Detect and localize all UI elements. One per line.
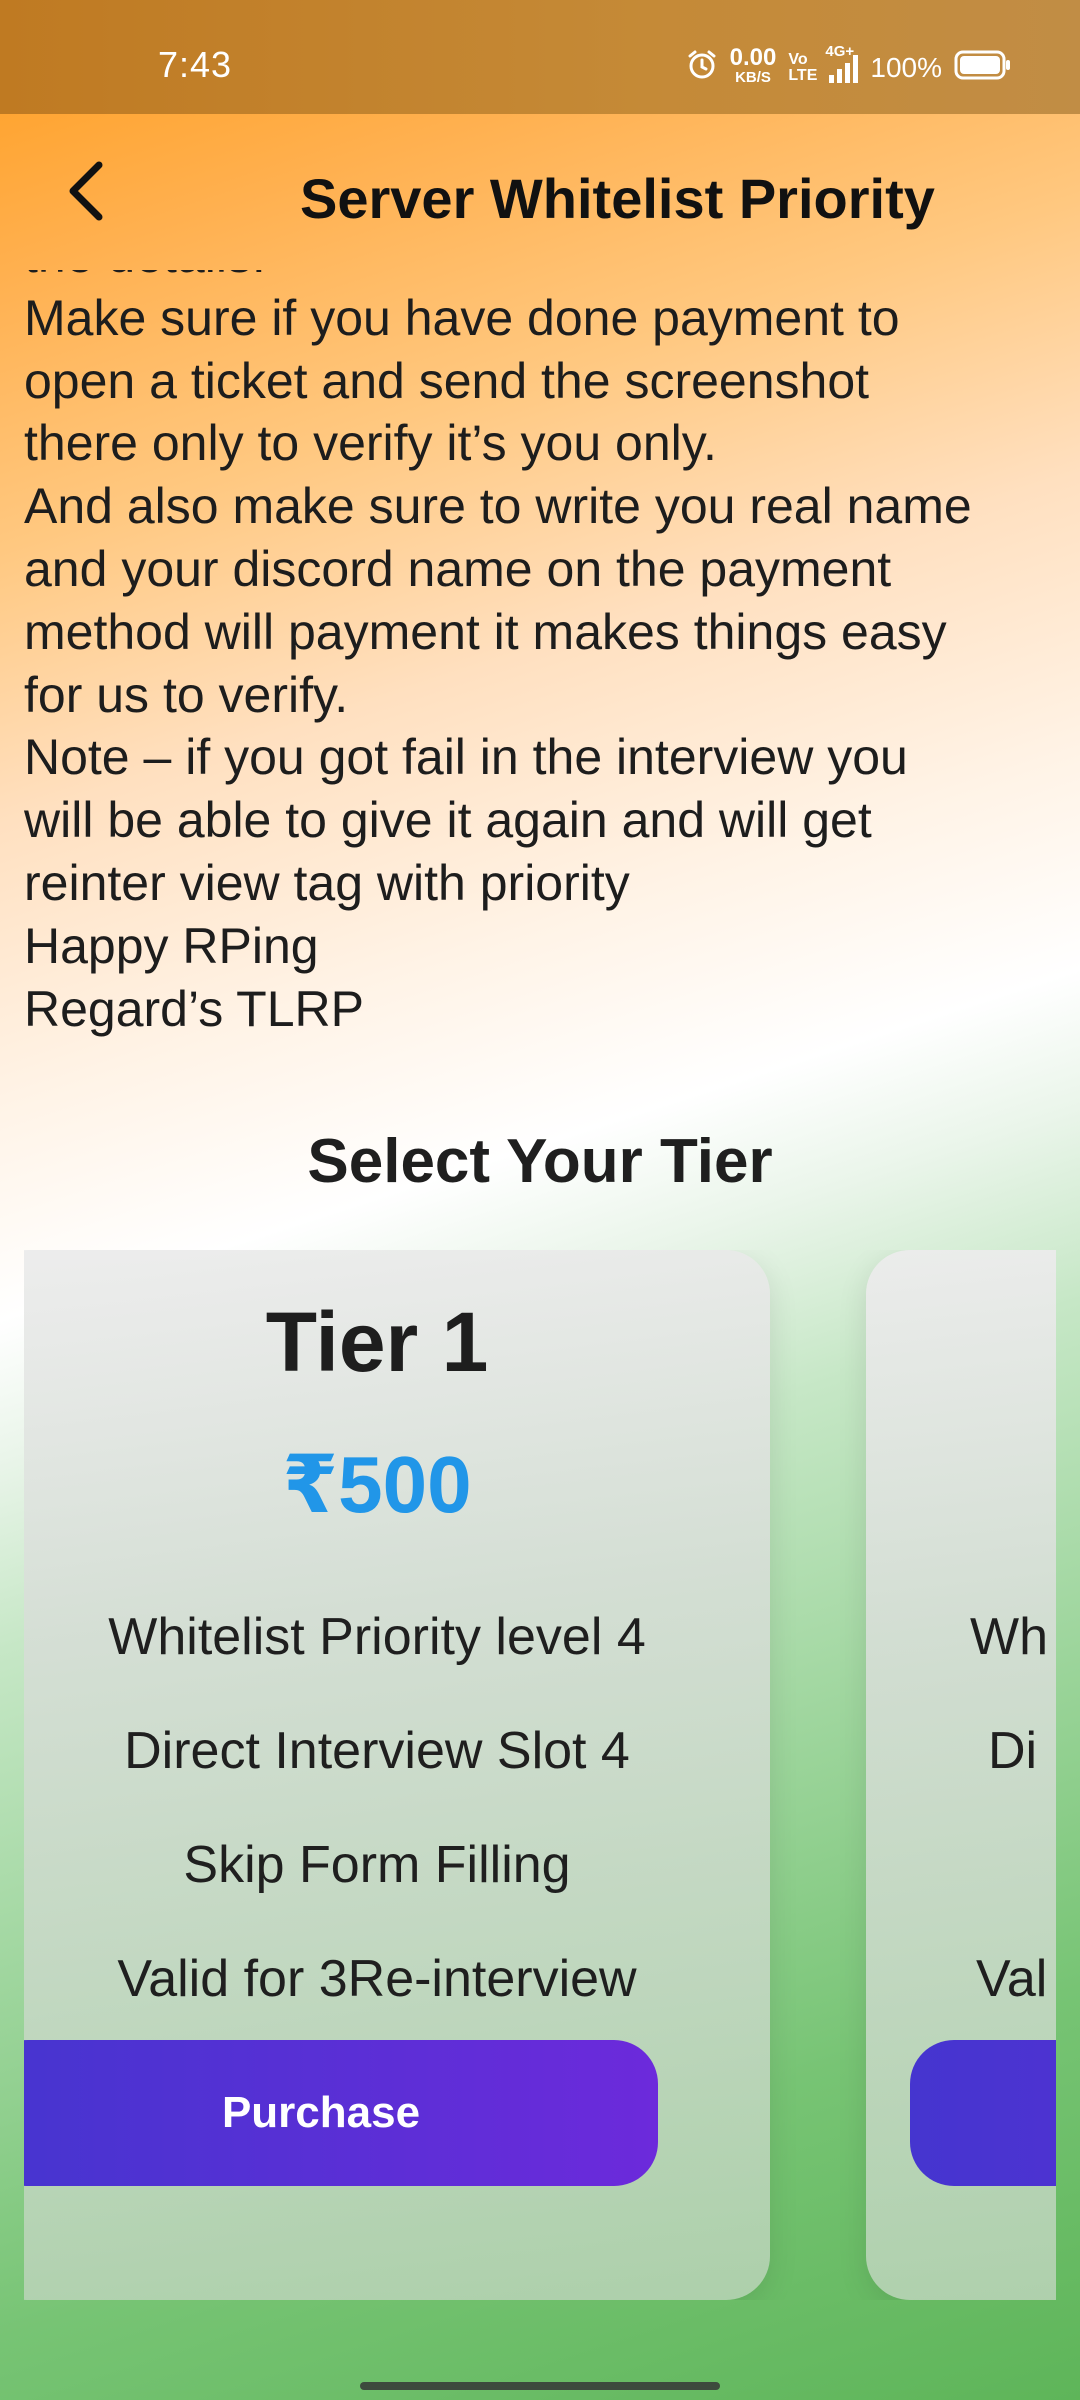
alarm-icon <box>686 49 718 88</box>
tier-carousel[interactable]: Tier 1 ₹500 Whitelist Priority level 4 D… <box>24 1250 1056 2300</box>
description-line: Happy RPing <box>24 917 319 974</box>
status-icons: 0.00 KB/S Vo LTE 4G+ 100% <box>686 43 1012 92</box>
description-line: Note – if you got fail in the interview … <box>24 729 908 786</box>
app-bar: Server Whitelist Priority <box>0 114 1080 284</box>
purchase-button-next[interactable] <box>910 2040 1056 2186</box>
tier-feature: Di <box>988 1722 1038 1780</box>
tier-features: Wh Di Val <box>910 1580 1056 2036</box>
signal-icon: 4G+ <box>825 43 859 83</box>
battery-percent: 100% <box>870 52 942 83</box>
battery-icon <box>954 50 1012 87</box>
select-tier-heading: Select Your Tier <box>307 1127 773 1196</box>
volte-indicator: Vo LTE <box>788 52 817 84</box>
description-line: And also make sure to write you real nam… <box>24 478 972 535</box>
network-type: 4G+ <box>825 43 855 60</box>
tier-feature <box>910 1808 1056 1922</box>
tier-price: ₹500 <box>282 1440 472 1529</box>
description-line: Make sure if you have done payment to <box>24 289 900 346</box>
page-title: Server Whitelist Priority <box>300 167 935 230</box>
tier-feature: Valid for 3Re-interview <box>117 1950 637 2008</box>
description-text: the details. Make sure if you have done … <box>24 270 1064 1066</box>
net-speed-unit: KB/S <box>735 69 771 86</box>
description-line: and your discord name on the payment <box>24 540 892 597</box>
tier-card-next: Wh Di Val <box>866 1250 1056 2300</box>
chevron-left-icon <box>69 161 103 221</box>
back-button[interactable] <box>50 156 120 226</box>
net-speed-value: 0.00 <box>729 44 777 71</box>
tier-feature: Direct Interview Slot 4 <box>124 1722 630 1780</box>
tier-features: Whitelist Priority level 4 Direct Interv… <box>24 1580 770 2036</box>
tier-feature: Val <box>976 1950 1048 2008</box>
description-line: there only to verify it’s you only. <box>24 415 717 472</box>
description-line: reinter view tag with priority <box>24 854 630 911</box>
description-line: open a ticket and send the screenshot <box>24 352 870 409</box>
home-indicator[interactable] <box>360 2382 720 2390</box>
tier-card: Tier 1 ₹500 Whitelist Priority level 4 D… <box>24 1250 770 2300</box>
status-time: 7:43 <box>158 44 233 85</box>
tier-name: Tier 1 <box>265 1295 489 1389</box>
description-line: method will payment it makes things easy <box>24 603 947 660</box>
tier-feature: Skip Form Filling <box>183 1836 571 1894</box>
net-speed: 0.00 KB/S <box>729 44 777 88</box>
description-line: Regard’s TLRP <box>24 980 364 1037</box>
description-line: will be able to give it again and will g… <box>24 792 872 849</box>
tier-feature: Whitelist Priority level 4 <box>108 1608 646 1666</box>
volte-top: Vo <box>788 51 808 68</box>
volte-bottom: LTE <box>788 67 818 84</box>
status-bar: 7:43 0.00 KB/S Vo LTE 4G+ 100% <box>0 0 1080 114</box>
purchase-button[interactable]: Purchase <box>24 2040 658 2186</box>
tier-feature: Wh <box>970 1608 1048 1666</box>
description-line: for us to verify. <box>24 666 349 723</box>
description-line: the details. <box>24 270 1064 287</box>
